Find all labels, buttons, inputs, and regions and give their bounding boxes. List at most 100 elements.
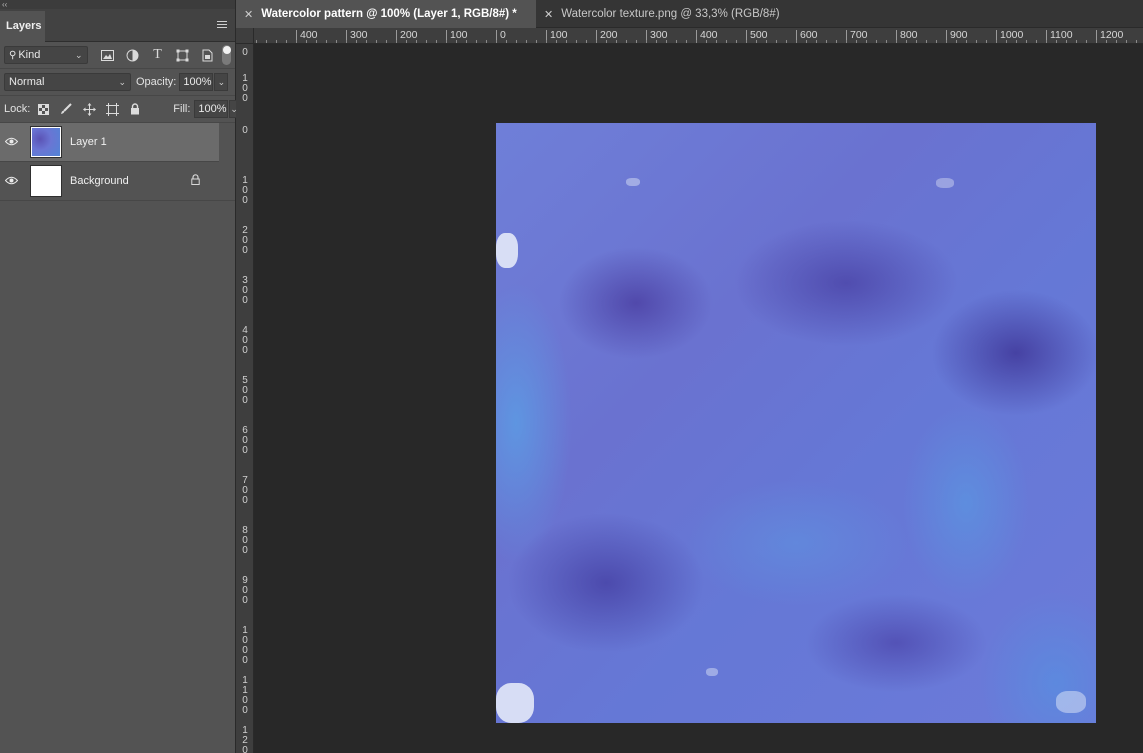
ruler-minor-tick: [846, 40, 847, 43]
tab-title: Watercolor texture.png @ 33,3% (RGB/8#): [561, 8, 780, 20]
lock-position-move-icon[interactable]: [82, 102, 96, 116]
eye-visibility-icon[interactable]: [0, 174, 22, 188]
layer-thumbnail[interactable]: [30, 165, 62, 197]
filter-kind-dropdown[interactable]: ⚲ Kind ⌄: [4, 46, 88, 64]
ruler-minor-tick: [616, 40, 617, 43]
ruler-label: 700: [242, 475, 248, 506]
eye-visibility-icon[interactable]: [0, 135, 22, 149]
ruler-minor-tick: [836, 40, 837, 43]
ruler-minor-tick: [856, 40, 857, 43]
ruler-minor-tick: [576, 40, 577, 43]
lock-image-pixels-brush-icon[interactable]: [59, 102, 73, 116]
ruler-minor-tick: [746, 40, 747, 43]
layer-thumbnail[interactable]: [30, 126, 62, 158]
image-filter-icon[interactable]: [100, 47, 116, 63]
lock-transparent-pixels-icon[interactable]: [36, 102, 50, 116]
tab-watercolor-texture[interactable]: ✕ Watercolor texture.png @ 33,3% (RGB/8#…: [536, 0, 816, 28]
ruler-minor-tick: [686, 40, 687, 43]
ruler-minor-tick: [406, 40, 407, 43]
ruler-label: 200: [242, 225, 248, 256]
ruler-minor-tick: [716, 40, 717, 43]
ruler-minor-tick: [526, 40, 527, 43]
ruler-minor-tick: [706, 40, 707, 43]
filter-kind-label: Kind: [18, 49, 41, 61]
tab-watercolor-pattern[interactable]: ✕ Watercolor pattern @ 100% (Layer 1, RG…: [236, 0, 536, 28]
filter-toggle-switch[interactable]: [221, 45, 231, 65]
lock-icon[interactable]: [191, 174, 200, 188]
tab-title: Watercolor pattern @ 100% (Layer 1, RGB/…: [261, 8, 517, 20]
ruler-minor-tick: [1136, 40, 1137, 43]
ruler-minor-tick: [1096, 40, 1097, 43]
ruler-minor-tick: [656, 40, 657, 43]
ruler-minor-tick: [276, 40, 277, 43]
ruler-minor-tick: [456, 40, 457, 43]
ruler-minor-tick: [416, 40, 417, 43]
opacity-slider-toggle[interactable]: ⌄: [214, 73, 229, 91]
panel-menu-icon[interactable]: [217, 21, 227, 29]
ruler-minor-tick: [356, 40, 357, 43]
lock-all-icon[interactable]: [128, 102, 142, 116]
paper-highlight: [496, 233, 518, 268]
canvas-workspace[interactable]: [255, 45, 1143, 753]
opacity-input[interactable]: 100%: [179, 73, 214, 91]
opacity-label: Opacity:: [136, 76, 177, 88]
lock-artboard-icon[interactable]: [105, 102, 119, 116]
shape-filter-icon[interactable]: [175, 47, 191, 63]
type-filter-icon[interactable]: T: [150, 47, 166, 63]
ruler-minor-tick: [896, 40, 897, 43]
ruler-minor-tick: [566, 40, 567, 43]
ruler-minor-tick: [906, 40, 907, 43]
ruler-minor-tick: [476, 40, 477, 43]
blend-mode-dropdown[interactable]: Normal ⌄: [4, 73, 131, 91]
watercolor-texture-image[interactable]: [496, 123, 1096, 723]
blend-mode-value: Normal: [9, 76, 45, 88]
ruler-minor-tick: [876, 40, 877, 43]
ruler-minor-tick: [436, 40, 437, 43]
ruler-minor-tick: [726, 40, 727, 43]
ruler-minor-tick: [286, 40, 287, 43]
layer-row-background[interactable]: Background: [0, 162, 235, 201]
ruler-minor-tick: [1086, 40, 1087, 43]
ruler-minor-tick: [1066, 40, 1067, 43]
fill-input[interactable]: 100%: [194, 100, 229, 118]
ruler-minor-tick: [306, 40, 307, 43]
close-icon[interactable]: ✕: [544, 8, 553, 21]
ruler-minor-tick: [606, 40, 607, 43]
ruler-minor-tick: [826, 40, 827, 43]
photoshop-window: ‹‹ Layers ⚲ Kind ⌄ T Normal ⌄ Opacity: 1…: [0, 0, 1143, 753]
layers-tab[interactable]: Layers: [0, 11, 45, 42]
horizontal-ruler[interactable]: 400 300 200 100 0 100 200 300 400 500 60…: [254, 28, 1143, 44]
ruler-minor-tick: [736, 40, 737, 43]
ruler-minor-tick: [516, 40, 517, 43]
chevron-down-icon: ⌄: [75, 50, 83, 60]
layer-filter-row: ⚲ Kind ⌄ T: [0, 42, 235, 69]
ruler-minor-tick: [386, 40, 387, 43]
close-icon[interactable]: ✕: [244, 8, 253, 21]
layer-name[interactable]: Layer 1: [70, 136, 107, 148]
ruler-label: 1200: [1096, 30, 1123, 43]
adjustment-filter-icon[interactable]: [125, 47, 141, 63]
ruler-label: 1100: [242, 675, 248, 716]
ruler-minor-tick: [466, 40, 467, 43]
vertical-ruler[interactable]: 0 100 0 100 200 300 400 500 600 700 800 …: [236, 44, 254, 753]
layer-name[interactable]: Background: [70, 175, 129, 187]
ruler-minor-tick: [786, 40, 787, 43]
ruler-minor-tick: [336, 40, 337, 43]
ruler-minor-tick: [556, 40, 557, 43]
ruler-minor-tick: [916, 40, 917, 43]
ruler-minor-tick: [976, 40, 977, 43]
layer-row-layer-1[interactable]: Layer 1: [0, 123, 219, 162]
ruler-minor-tick: [326, 40, 327, 43]
collapse-panel-button[interactable]: ‹‹: [0, 0, 235, 9]
ruler-minor-tick: [266, 40, 267, 43]
ruler-origin-corner[interactable]: [236, 28, 254, 44]
ruler-minor-tick: [1016, 40, 1017, 43]
ruler-minor-tick: [806, 40, 807, 43]
ruler-label: 1000: [996, 30, 1023, 43]
ruler-minor-tick: [446, 40, 447, 43]
ruler-minor-tick: [756, 40, 757, 43]
smart-object-filter-icon[interactable]: [200, 47, 216, 63]
ruler-minor-tick: [506, 40, 507, 43]
ruler-label: 0: [242, 125, 248, 136]
ruler-minor-tick: [586, 40, 587, 43]
